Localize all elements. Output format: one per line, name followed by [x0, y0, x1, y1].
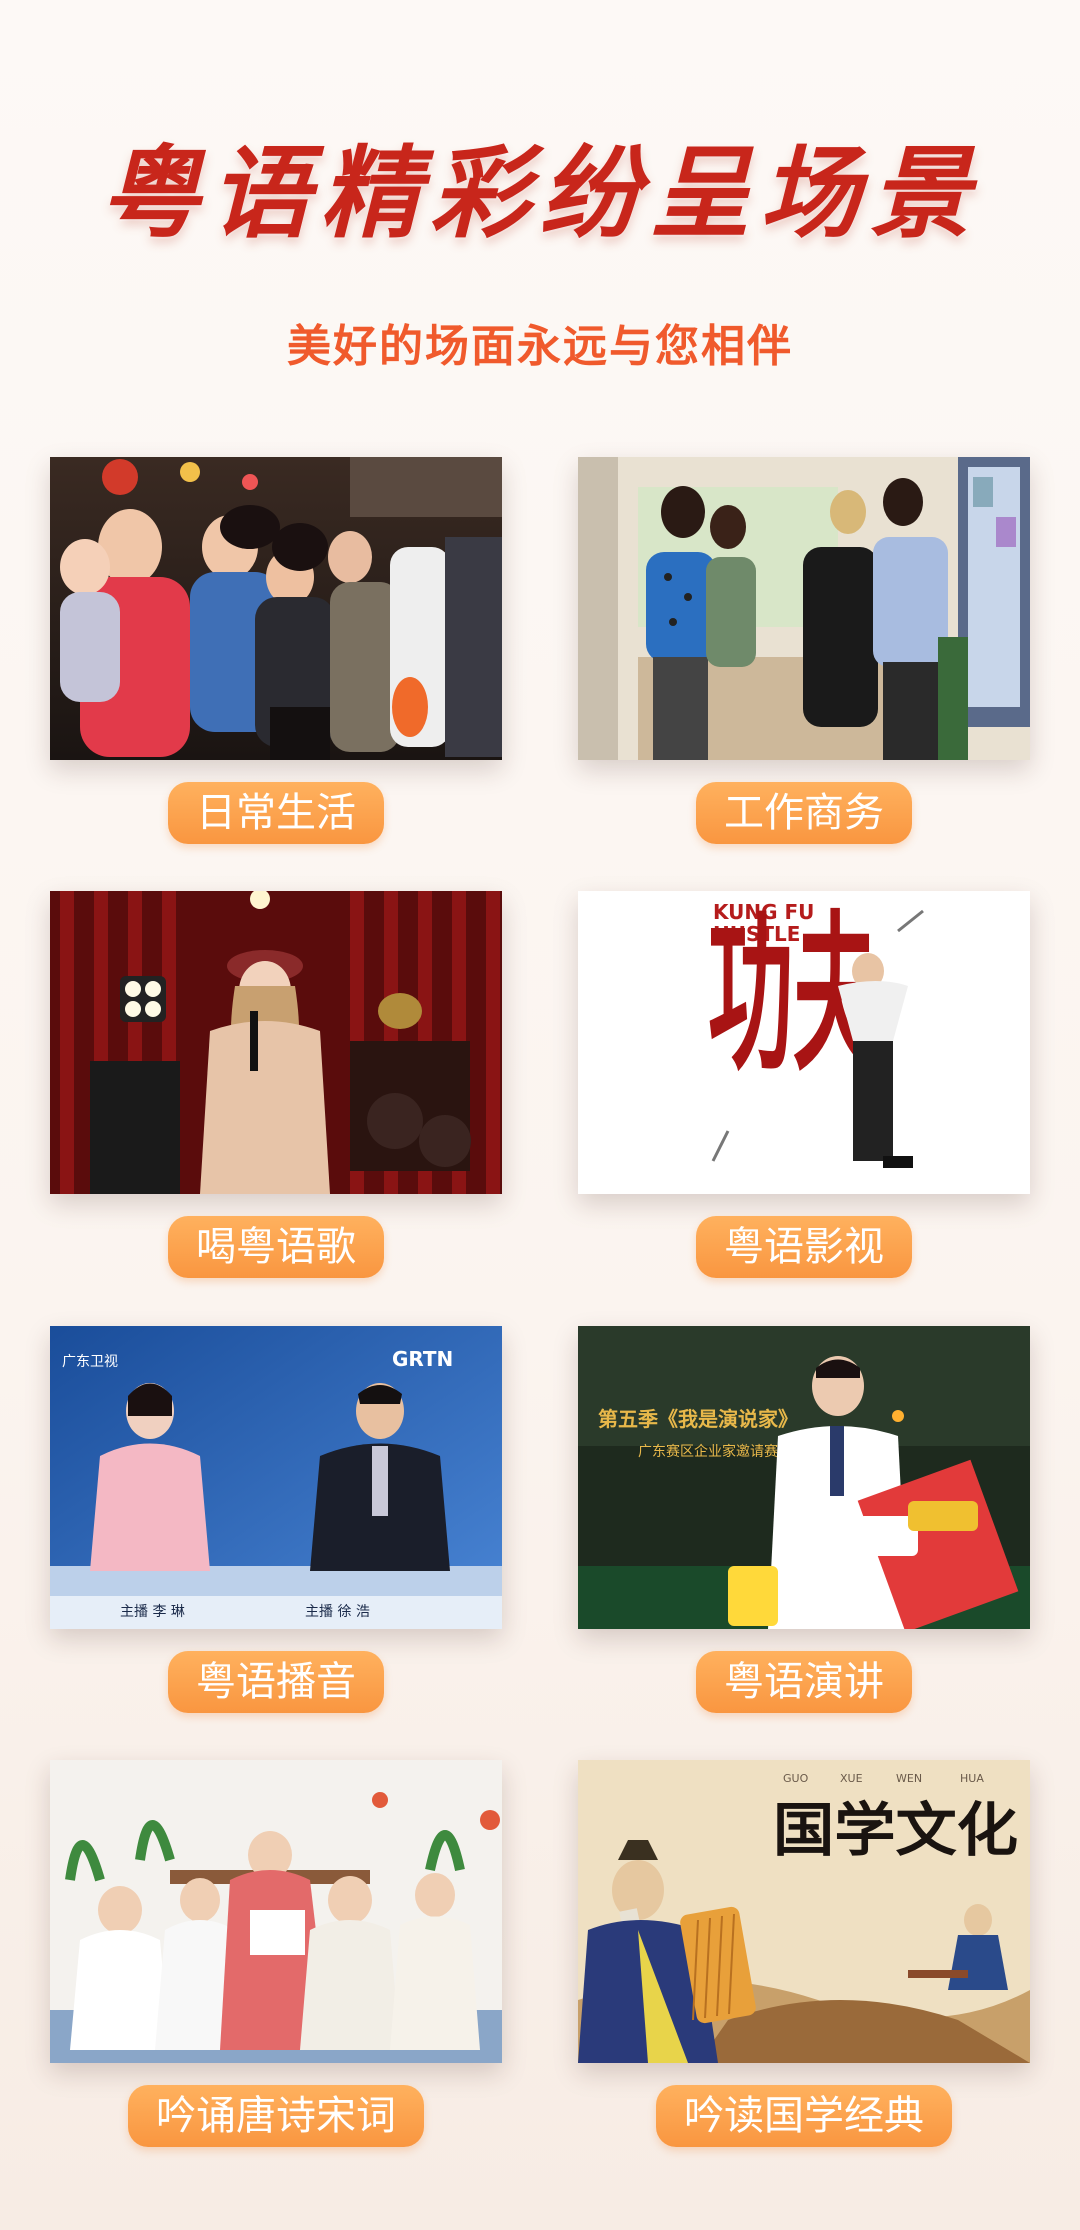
- guoxue-title: 国学文化: [773, 1796, 1018, 1864]
- station-logo: 广东卫视: [62, 1354, 118, 1370]
- pinyin-hua: HUA: [960, 1772, 984, 1785]
- pinyin-guo: GUO: [783, 1772, 809, 1785]
- anchor-name-right: 主播 徐 浩: [305, 1604, 370, 1620]
- kung-fu-hustle-poster: KUNG FU HUSTLE 功夫: [578, 891, 1030, 1194]
- singer-stage-photo: [50, 891, 502, 1194]
- scene-card-poetry[interactable]: 吟诵唐诗宋词: [50, 1760, 502, 2147]
- pinyin-xue: XUE: [840, 1772, 863, 1785]
- business-meeting-photo: [578, 457, 1030, 760]
- event-banner-1: 第五季《我是演说家》: [598, 1407, 798, 1431]
- scene-label: 吟读国学经典: [656, 2085, 952, 2147]
- page-title: 粤语精彩纷呈场景: [100, 134, 980, 252]
- scene-card-film[interactable]: KUNG FU HUSTLE 功夫 粤语影视: [578, 891, 1030, 1278]
- brand-logo: GRTN: [392, 1347, 453, 1371]
- scene-card-daily-life[interactable]: 日常生活: [50, 457, 502, 844]
- anchor-name-left: 主播 李 琳: [120, 1604, 185, 1620]
- scene-label: 粤语演讲: [696, 1651, 912, 1713]
- scene-label: 工作商务: [696, 782, 912, 844]
- scene-card-speech[interactable]: 第五季《我是演说家》 广东赛区企业家邀请赛 粤语演讲: [578, 1326, 1030, 1713]
- event-banner-2: 广东赛区企业家邀请赛: [638, 1443, 778, 1460]
- scene-card-classics[interactable]: GUO XUE WEN HUA 国学文化 吟读国学经典: [578, 1760, 1030, 2147]
- scene-label: 吟诵唐诗宋词: [128, 2085, 424, 2147]
- crowd-selfie-photo: [50, 457, 502, 760]
- pinyin-wen: WEN: [896, 1772, 922, 1785]
- guoxue-culture-illustration: GUO XUE WEN HUA 国学文化: [578, 1760, 1030, 2063]
- scene-card-songs[interactable]: 喝粤语歌: [50, 891, 502, 1278]
- news-anchors-photo: 广东卫视 GRTN 主播 李 琳 主播 徐 浩: [50, 1326, 502, 1629]
- page-subtitle: 美好的场面永远与您相伴: [287, 321, 793, 372]
- scene-label: 喝粤语歌: [168, 1216, 384, 1278]
- children-poetry-photo: [50, 1760, 502, 2063]
- scene-label: 日常生活: [168, 782, 384, 844]
- scene-label: 粤语影视: [696, 1216, 912, 1278]
- scene-card-broadcast[interactable]: 广东卫视 GRTN 主播 李 琳 主播 徐 浩 粤语播音: [50, 1326, 502, 1713]
- speech-interview-photo: 第五季《我是演说家》 广东赛区企业家邀请赛: [578, 1326, 1030, 1629]
- scene-label: 粤语播音: [168, 1651, 384, 1713]
- scene-card-business[interactable]: 工作商务: [578, 457, 1030, 844]
